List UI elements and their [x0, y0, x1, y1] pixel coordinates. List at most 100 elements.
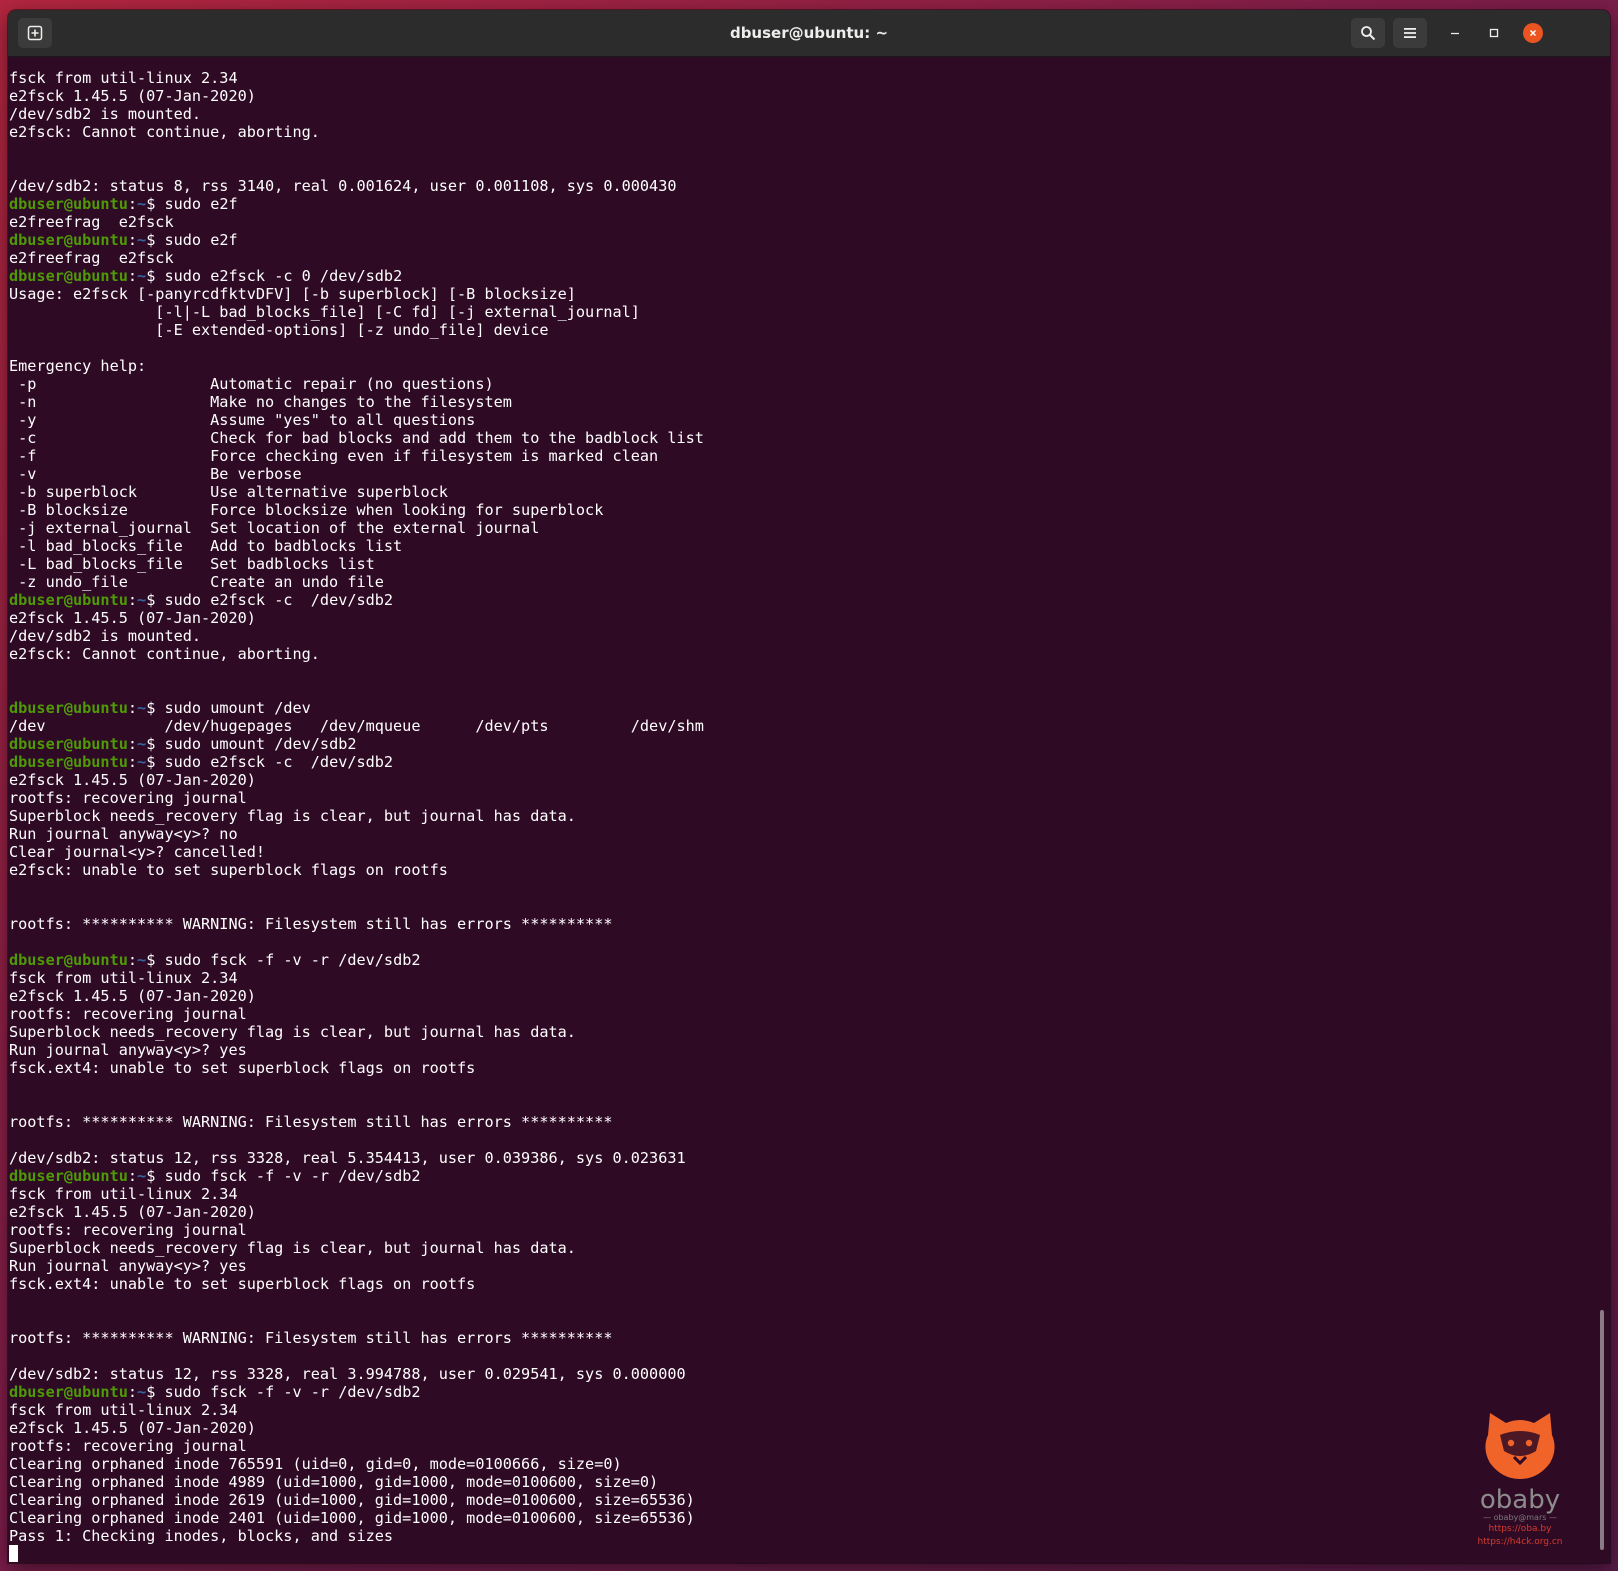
prompt-user: dbuser@ubuntu: [9, 951, 128, 969]
output-line: e2fsck 1.45.5 (07-Jan-2020): [9, 1419, 256, 1437]
maximize-button[interactable]: [1484, 23, 1504, 43]
output-line: Superblock needs_recovery flag is clear,…: [9, 1239, 576, 1257]
command-line: dbuser@ubuntu:~$ sudo umount /dev: [9, 699, 1610, 717]
output-line: rootfs: ********** WARNING: Filesystem s…: [9, 915, 613, 933]
command-text: sudo fsck -f -v -r /dev/sdb2: [164, 1167, 421, 1185]
prompt-user: dbuser@ubuntu: [9, 753, 128, 771]
output-line: rootfs: recovering journal: [9, 1437, 247, 1455]
search-button[interactable]: [1351, 18, 1385, 48]
output-line: rootfs: recovering journal: [9, 1221, 247, 1239]
output-line: fsck.ext4: unable to set superblock flag…: [9, 1275, 476, 1293]
output-line: e2fsck 1.45.5 (07-Jan-2020): [9, 1203, 256, 1221]
scrollbar[interactable]: [1600, 1310, 1604, 1550]
watermark-brand: obaby: [1479, 1485, 1561, 1515]
output-line: -f Force checking even if filesystem is …: [9, 447, 659, 465]
prompt-user: dbuser@ubuntu: [9, 267, 128, 285]
output-line: -B blocksize Force blocksize when lookin…: [9, 501, 604, 519]
output-line: Clearing orphaned inode 2619 (uid=1000, …: [9, 1491, 695, 1509]
minimize-button[interactable]: [1445, 23, 1465, 43]
close-icon: [1530, 30, 1536, 36]
prompt-path: ~: [137, 1383, 147, 1401]
output-line: /dev/sdb2 is mounted.: [9, 627, 202, 645]
prompt-user: dbuser@ubuntu: [9, 1383, 128, 1401]
prompt-separator: :: [127, 1167, 138, 1185]
output-line: -y Assume "yes" to all questions: [9, 411, 476, 429]
prompt-separator: :: [127, 951, 138, 969]
command-text: sudo fsck -f -v -r /dev/sdb2: [164, 1383, 421, 1401]
output-line: rootfs: recovering journal: [9, 789, 247, 807]
command-text: sudo umount /dev: [164, 699, 311, 717]
prompt-symbol: $: [146, 699, 165, 717]
prompt-user: dbuser@ubuntu: [9, 735, 128, 753]
prompt-symbol: $: [146, 195, 165, 213]
text-cursor: [9, 1545, 18, 1562]
output-line: /dev/sdb2: status 12, rss 3328, real 3.9…: [9, 1365, 686, 1383]
prompt-separator: :: [127, 699, 138, 717]
command-line: dbuser@ubuntu:~$ sudo e2f: [9, 231, 1610, 249]
hamburger-menu-icon: [1404, 28, 1416, 38]
terminal-output[interactable]: fsck from util-linux 2.34 e2fsck 1.45.5 (…: [8, 57, 1610, 1563]
fox-logo-icon: [1485, 1413, 1555, 1479]
output-line: Superblock needs_recovery flag is clear,…: [9, 807, 576, 825]
prompt-symbol: $: [146, 735, 165, 753]
output-line: Run journal anyway<y>? yes: [9, 1257, 247, 1275]
close-button[interactable]: [1523, 23, 1543, 43]
prompt-symbol: $: [146, 591, 165, 609]
output-line: e2fsck: unable to set superblock flags o…: [9, 861, 448, 879]
output-line: e2fsck: Cannot continue, aborting.: [9, 645, 320, 663]
output-line: Clear journal<y>? cancelled!: [9, 843, 266, 861]
command-line: dbuser@ubuntu:~$ sudo e2fsck -c 0 /dev/s…: [9, 267, 1610, 285]
output-line: -L bad_blocks_file Set badblocks list: [9, 555, 375, 573]
prompt-symbol: $: [146, 1383, 165, 1401]
output-line: [-E extended-options] [-z undo_file] dev…: [9, 321, 549, 339]
command-text: sudo e2f: [164, 231, 238, 249]
output-line: fsck.ext4: unable to set superblock flag…: [9, 1059, 476, 1077]
prompt-separator: :: [127, 267, 138, 285]
output-line: -b superblock Use alternative superblock: [9, 483, 448, 501]
output-line: /dev/sdb2: status 12, rss 3328, real 5.3…: [9, 1149, 686, 1167]
output-line: fsck from util-linux 2.34: [9, 1185, 238, 1203]
new-tab-button[interactable]: [18, 18, 52, 48]
command-line: dbuser@ubuntu:~$ sudo fsck -f -v -r /dev…: [9, 1167, 1610, 1185]
command-line: dbuser@ubuntu:~$ sudo e2fsck -c /dev/sdb…: [9, 753, 1610, 771]
new-tab-icon: [27, 25, 43, 41]
command-text: sudo e2fsck -c /dev/sdb2: [164, 753, 394, 771]
command-line: dbuser@ubuntu:~$ sudo fsck -f -v -r /dev…: [9, 951, 1610, 969]
command-line: dbuser@ubuntu:~$ sudo e2fsck -c /dev/sdb…: [9, 591, 1610, 609]
output-line: e2freefrag e2fsck: [9, 249, 174, 267]
output-line: e2fsck 1.45.5 (07-Jan-2020): [9, 87, 256, 105]
prompt-symbol: $: [146, 1167, 165, 1185]
watermark-link-2: https://h4ck.org.cn: [1477, 1537, 1563, 1547]
output-line: [-l|-L bad_blocks_file] [-C fd] [-j exte…: [9, 303, 640, 321]
output-line: e2freefrag e2fsck: [9, 213, 174, 231]
command-text: sudo umount /dev/sdb2: [164, 735, 357, 753]
prompt-separator: :: [127, 753, 138, 771]
prompt-symbol: $: [146, 951, 165, 969]
command-text: sudo e2fsck -c /dev/sdb2: [164, 591, 394, 609]
maximize-icon: [1489, 28, 1499, 38]
output-line: Clearing orphaned inode 4989 (uid=1000, …: [9, 1473, 659, 1491]
menu-button[interactable]: [1393, 18, 1427, 48]
output-line: e2fsck 1.45.5 (07-Jan-2020): [9, 771, 256, 789]
search-icon: [1361, 26, 1376, 41]
prompt-path: ~: [137, 591, 147, 609]
output-line: /dev /dev/hugepages /dev/mqueue /dev/pts…: [9, 717, 704, 735]
cursor-line: [9, 1545, 1610, 1563]
command-line: dbuser@ubuntu:~$ sudo fsck -f -v -r /dev…: [9, 1383, 1610, 1401]
output-line: fsck from util-linux 2.34: [9, 69, 238, 87]
prompt-symbol: $: [146, 753, 165, 771]
watermark-link-1: https://oba.by: [1488, 1524, 1552, 1534]
output-line: -c Check for bad blocks and add them to …: [9, 429, 704, 447]
output-line: Usage: e2fsck [-panyrcdfktvDFV] [-b supe…: [9, 285, 576, 303]
output-line: -z undo_file Create an undo file: [9, 573, 384, 591]
prompt-user: dbuser@ubuntu: [9, 195, 128, 213]
output-line: rootfs: ********** WARNING: Filesystem s…: [9, 1113, 613, 1131]
output-line: Clearing orphaned inode 2401 (uid=1000, …: [9, 1509, 695, 1527]
